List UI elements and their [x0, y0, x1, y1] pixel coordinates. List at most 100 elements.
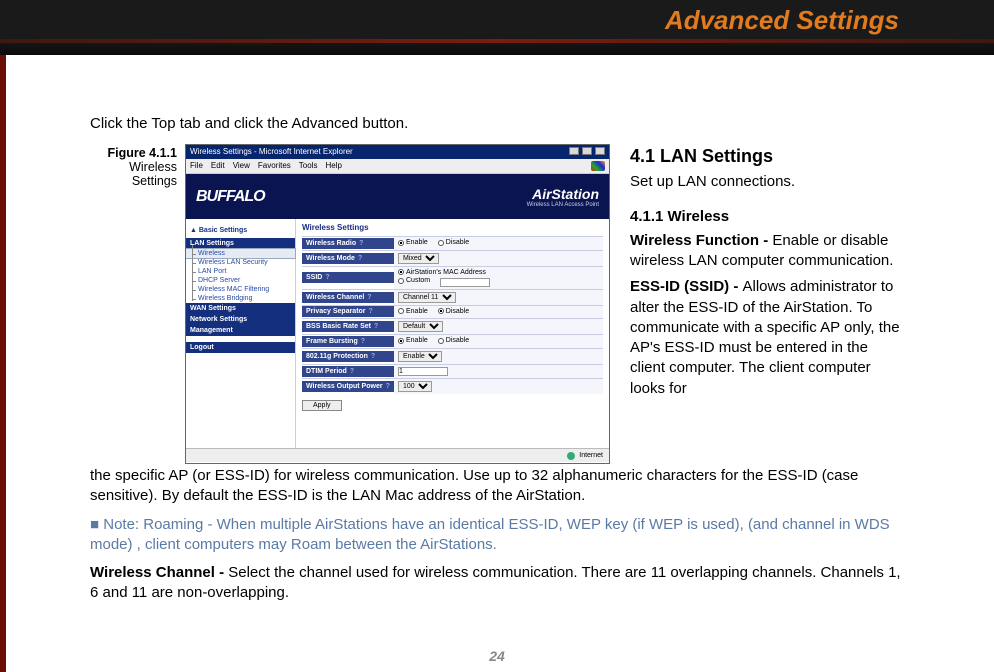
- nav-item-bridging: Wireless Bridging: [186, 294, 295, 303]
- nav-head-mgmt: Management: [186, 325, 295, 336]
- paragraph-wireless-function: Wireless Function - Enable or disable wi…: [630, 231, 904, 272]
- nav-item-mac-filter: Wireless MAC Filtering: [186, 285, 295, 294]
- heading-4-1: 4.1 LAN Settings: [630, 144, 904, 168]
- radio-disable: Disable: [438, 239, 469, 246]
- product-name-block: AirStation Wireless LAN Access Point: [527, 186, 599, 208]
- paragraph-wireless-channel: Wireless Channel - Select the channel us…: [90, 563, 904, 604]
- paragraph-essid-a: ESS-ID (SSID) - Allows administrator to …: [630, 277, 904, 399]
- label-privsep: Privacy Separator: [306, 308, 366, 315]
- label-wireless-channel: Wireless Channel -: [90, 564, 228, 581]
- nav-head-logout: Logout: [186, 342, 295, 353]
- figure-number: Figure 4.1.1: [90, 146, 177, 160]
- page-content: Click the Top tab and click the Advanced…: [0, 55, 994, 604]
- label-frame: Frame Bursting: [306, 338, 358, 345]
- window-titlebar: Wireless Settings - Microsoft Internet E…: [186, 145, 609, 159]
- browser-menubar: File Edit View Favorites Tools Help: [186, 159, 609, 174]
- input-dtim: [398, 367, 448, 376]
- row-radio: Wireless Radio? Enable Disable: [302, 236, 603, 250]
- radio-priv-enable: Enable: [398, 308, 428, 315]
- label-wireless-function: Wireless Function -: [630, 232, 772, 249]
- settings-panel: Wireless Settings Wireless Radio? Enable…: [296, 219, 609, 448]
- nav-item-lan-port: LAN Port: [186, 267, 295, 276]
- radio-frame-enable: Enable: [398, 337, 428, 344]
- square-bullet-icon: ■: [90, 516, 103, 533]
- apply-button: Apply: [302, 400, 342, 411]
- input-ssid-custom: [440, 278, 490, 287]
- select-out: 100: [398, 381, 432, 392]
- nav-item-wlan-security: Wireless LAN Security: [186, 258, 295, 267]
- select-bss: Default: [398, 321, 443, 332]
- nav-item-dhcp: DHCP Server: [186, 276, 295, 285]
- embedded-screenshot: Wireless Settings - Microsoft Internet E…: [185, 144, 610, 464]
- windows-flag-icon: [591, 161, 605, 171]
- nav-item-wireless: Wireless: [186, 249, 295, 258]
- lead-paragraph: Click the Top tab and click the Advanced…: [90, 115, 904, 132]
- row-frame: Frame Bursting? Enable Disable: [302, 334, 603, 348]
- radio-ssid-mac: AirStation's MAC Address: [398, 269, 486, 276]
- menu-help: Help: [325, 161, 341, 171]
- note-roaming: ■ Note: Roaming - When multiple AirStati…: [90, 515, 904, 556]
- nav-head-lan: LAN Settings: [186, 238, 295, 249]
- window-buttons: [568, 147, 605, 157]
- select-mode: Mixed: [398, 253, 439, 264]
- menu-edit: Edit: [211, 161, 225, 171]
- radio-frame-disable: Disable: [438, 337, 469, 344]
- heading-4-1-1: 4.1.1 Wireless: [630, 207, 904, 227]
- row-out: Wireless Output Power? 100: [302, 378, 603, 394]
- product-subtitle: Wireless LAN Access Point: [527, 202, 599, 208]
- radio-enable: Enable: [398, 239, 428, 246]
- row-ssid: SSID? AirStation's MAC Address Custom: [302, 266, 603, 289]
- figure-caption-line1: Wireless: [129, 160, 177, 174]
- maximize-icon: [582, 147, 592, 155]
- menu-view: View: [233, 161, 250, 171]
- nav-head-net: Network Settings: [186, 314, 295, 325]
- label-bss: BSS Basic Rate Set: [306, 323, 371, 330]
- select-channel: Channel 11: [398, 292, 456, 303]
- row-mode: Wireless Mode? Mixed: [302, 250, 603, 266]
- minimize-icon: [569, 147, 579, 155]
- label-channel: Wireless Channel: [306, 294, 364, 301]
- radio-ssid-custom: Custom: [398, 277, 430, 284]
- page-title: Advanced Settings: [665, 5, 899, 36]
- side-accent-bar: [0, 55, 6, 672]
- screenshot-body: ▲ Basic Settings LAN Settings Wireless W…: [186, 219, 609, 448]
- settings-title: Wireless Settings: [302, 223, 603, 232]
- label-radio: Wireless Radio: [306, 240, 356, 247]
- select-prot: Enable: [398, 351, 442, 362]
- page-number: 24: [0, 648, 994, 664]
- row-prot: 802.11g Protection? Enable: [302, 348, 603, 364]
- status-text: Internet: [579, 452, 603, 459]
- internet-zone-icon: [567, 452, 575, 460]
- window-title: Wireless Settings - Microsoft Internet E…: [190, 147, 353, 157]
- figure-area: Figure 4.1.1 Wireless Settings Wireless …: [90, 144, 904, 464]
- menu-file: File: [190, 161, 203, 171]
- text-essid-a: Allows administrator to alter the ESS-ID…: [630, 278, 900, 396]
- page-header-banner: Advanced Settings: [0, 0, 994, 55]
- browser-statusbar: Internet: [186, 448, 609, 462]
- label-prot: 802.11g Protection: [306, 353, 368, 360]
- text-lan-sub: Set up LAN connections.: [630, 172, 904, 192]
- apply-row: Apply: [302, 400, 603, 411]
- menu-favorites: Favorites: [258, 161, 291, 171]
- label-dtim: DTIM Period: [306, 368, 347, 375]
- label-essid: ESS-ID (SSID) -: [630, 278, 743, 295]
- row-privsep: Privacy Separator? Enable Disable: [302, 305, 603, 319]
- note-text: Note: Roaming - When multiple AirStation…: [90, 516, 890, 553]
- label-mode: Wireless Mode: [306, 255, 355, 262]
- brand-logo: BUFFALO: [196, 188, 265, 206]
- row-dtim: DTIM Period?: [302, 364, 603, 378]
- close-icon: [595, 147, 605, 155]
- row-channel: Wireless Channel? Channel 11: [302, 289, 603, 305]
- right-text-column: 4.1 LAN Settings Set up LAN connections.…: [610, 144, 904, 405]
- text-essid-b: the specific AP (or ESS-ID) for wireless…: [90, 466, 904, 507]
- menu-tools: Tools: [299, 161, 318, 171]
- figure-caption: Figure 4.1.1 Wireless Settings: [90, 146, 185, 188]
- product-name: AirStation: [527, 186, 599, 202]
- figure-caption-line2: Settings: [132, 174, 177, 188]
- row-bss: BSS Basic Rate Set? Default: [302, 318, 603, 334]
- body-flow: the specific AP (or ESS-ID) for wireless…: [90, 466, 904, 604]
- label-out: Wireless Output Power: [306, 383, 383, 390]
- product-banner: BUFFALO AirStation Wireless LAN Access P…: [186, 174, 609, 219]
- nav-head-wan: WAN Settings: [186, 303, 295, 314]
- radio-priv-disable: Disable: [438, 308, 469, 315]
